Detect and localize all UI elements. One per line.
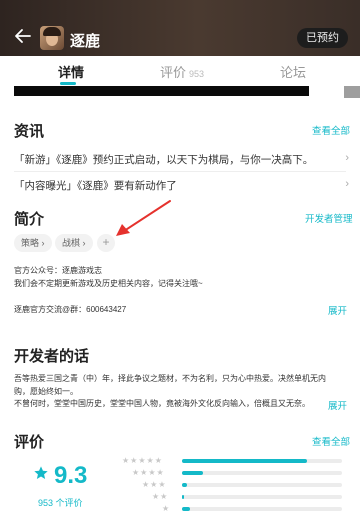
rating-bar-track — [182, 471, 342, 475]
rating-bar-fill — [182, 471, 203, 475]
tab-details-label: 详情 — [58, 65, 85, 80]
tab-bar: 详情 评价 953 论坛 — [0, 58, 360, 86]
rating-stars-label: ★★★★ — [132, 468, 165, 477]
rating-bar-row: ★★★ — [120, 480, 350, 490]
side-scroll-handle[interactable] — [344, 86, 360, 98]
game-avatar — [40, 26, 64, 50]
divider — [14, 171, 346, 172]
developer-note-line1: 吾等热爱三国之青（中）年，择此争议之题材，不为名利，只为心中热爱。决然单机无内购… — [14, 374, 326, 396]
intro-section-title: 简介 — [14, 211, 45, 228]
rating-stars-label: ★★ — [152, 492, 169, 501]
media-banner[interactable] — [14, 86, 309, 96]
rating-bar-fill — [182, 507, 190, 511]
news-section-title: 资讯 — [14, 123, 45, 140]
game-title: 逐鹿 — [70, 33, 101, 50]
developer-manage-link[interactable]: 开发者管理 — [305, 211, 353, 225]
news-item-text: 「内容曝光」《逐鹿》要有新动作了 — [14, 180, 177, 192]
annotation-arrow-icon — [116, 200, 171, 236]
ratings-section-title: 评价 — [14, 434, 45, 451]
tab-reviews-label: 评价 — [160, 65, 187, 80]
rating-bar-row: ★★★★★ — [120, 456, 350, 466]
app-header: 逐鹿 已预约 — [0, 0, 360, 56]
reserved-button[interactable]: 已预约 — [297, 28, 348, 48]
tab-forum-label: 论坛 — [280, 65, 307, 80]
rating-bar-row: ★★★★ — [120, 468, 350, 478]
news-item[interactable]: 「新游」《逐鹿》预约正式启动，以天下为棋局，与你一决高下。 › — [14, 152, 349, 172]
rating-bar-track — [182, 507, 342, 511]
intro-expand-link[interactable]: 展开 — [328, 303, 347, 317]
rating-score: 9.3 — [54, 462, 88, 489]
qq-group-text: 逐鹿官方交流@群：600643427 — [14, 305, 127, 314]
rating-bar-fill — [182, 495, 184, 499]
rating-bar-row: ★ — [120, 504, 350, 514]
developer-section-title: 开发者的话 — [14, 348, 90, 365]
chevron-right-icon: › — [345, 178, 349, 190]
tab-reviews-count: 953 — [189, 69, 205, 79]
back-arrow-icon[interactable] — [14, 27, 32, 45]
news-item-text: 「新游」《逐鹿》预约正式启动，以天下为棋局，与你一决高下。 — [14, 154, 314, 166]
news-item[interactable]: 「内容曝光」《逐鹿》要有新动作了 › — [14, 178, 349, 198]
active-tab-indicator — [60, 82, 76, 85]
tab-forum[interactable]: 论坛 — [280, 62, 306, 81]
star-icon — [34, 466, 48, 479]
rating-bar-track — [182, 459, 342, 463]
news-view-all-link[interactable]: 查看全部 — [312, 123, 350, 137]
rating-stars-label: ★★★★★ — [122, 456, 163, 465]
tag-strategy[interactable]: 策略 › — [14, 234, 52, 252]
ratings-view-all-link[interactable]: 查看全部 — [312, 434, 350, 448]
chevron-right-icon: › — [345, 152, 349, 164]
rating-stars-label: ★ — [162, 504, 171, 513]
developer-note-line2: 不曾何时，堂堂中国历史，堂堂中国人物，竟被海外文化反向输入，倍概且又无奈。 — [14, 399, 310, 408]
rating-count: 953 个评价 — [38, 498, 83, 508]
tab-reviews[interactable]: 评价 953 — [160, 62, 204, 81]
rating-bar-fill — [182, 483, 187, 487]
tab-details[interactable]: 详情 — [58, 62, 84, 81]
rating-stars-label: ★★★ — [142, 480, 167, 489]
rating-bar-track — [182, 495, 342, 499]
rating-bar-fill — [182, 459, 307, 463]
official-account-text: 官方公众号：逐鹿游戏志 — [14, 266, 102, 275]
tag-wargame[interactable]: 战棋 › — [55, 234, 93, 252]
rating-bar-row: ★★ — [120, 492, 350, 502]
developer-expand-link[interactable]: 展开 — [328, 398, 347, 412]
follow-note-text: 我们会不定期更新游戏及历史相关内容，记得关注哦~ — [14, 279, 203, 288]
rating-bar-track — [182, 483, 342, 487]
